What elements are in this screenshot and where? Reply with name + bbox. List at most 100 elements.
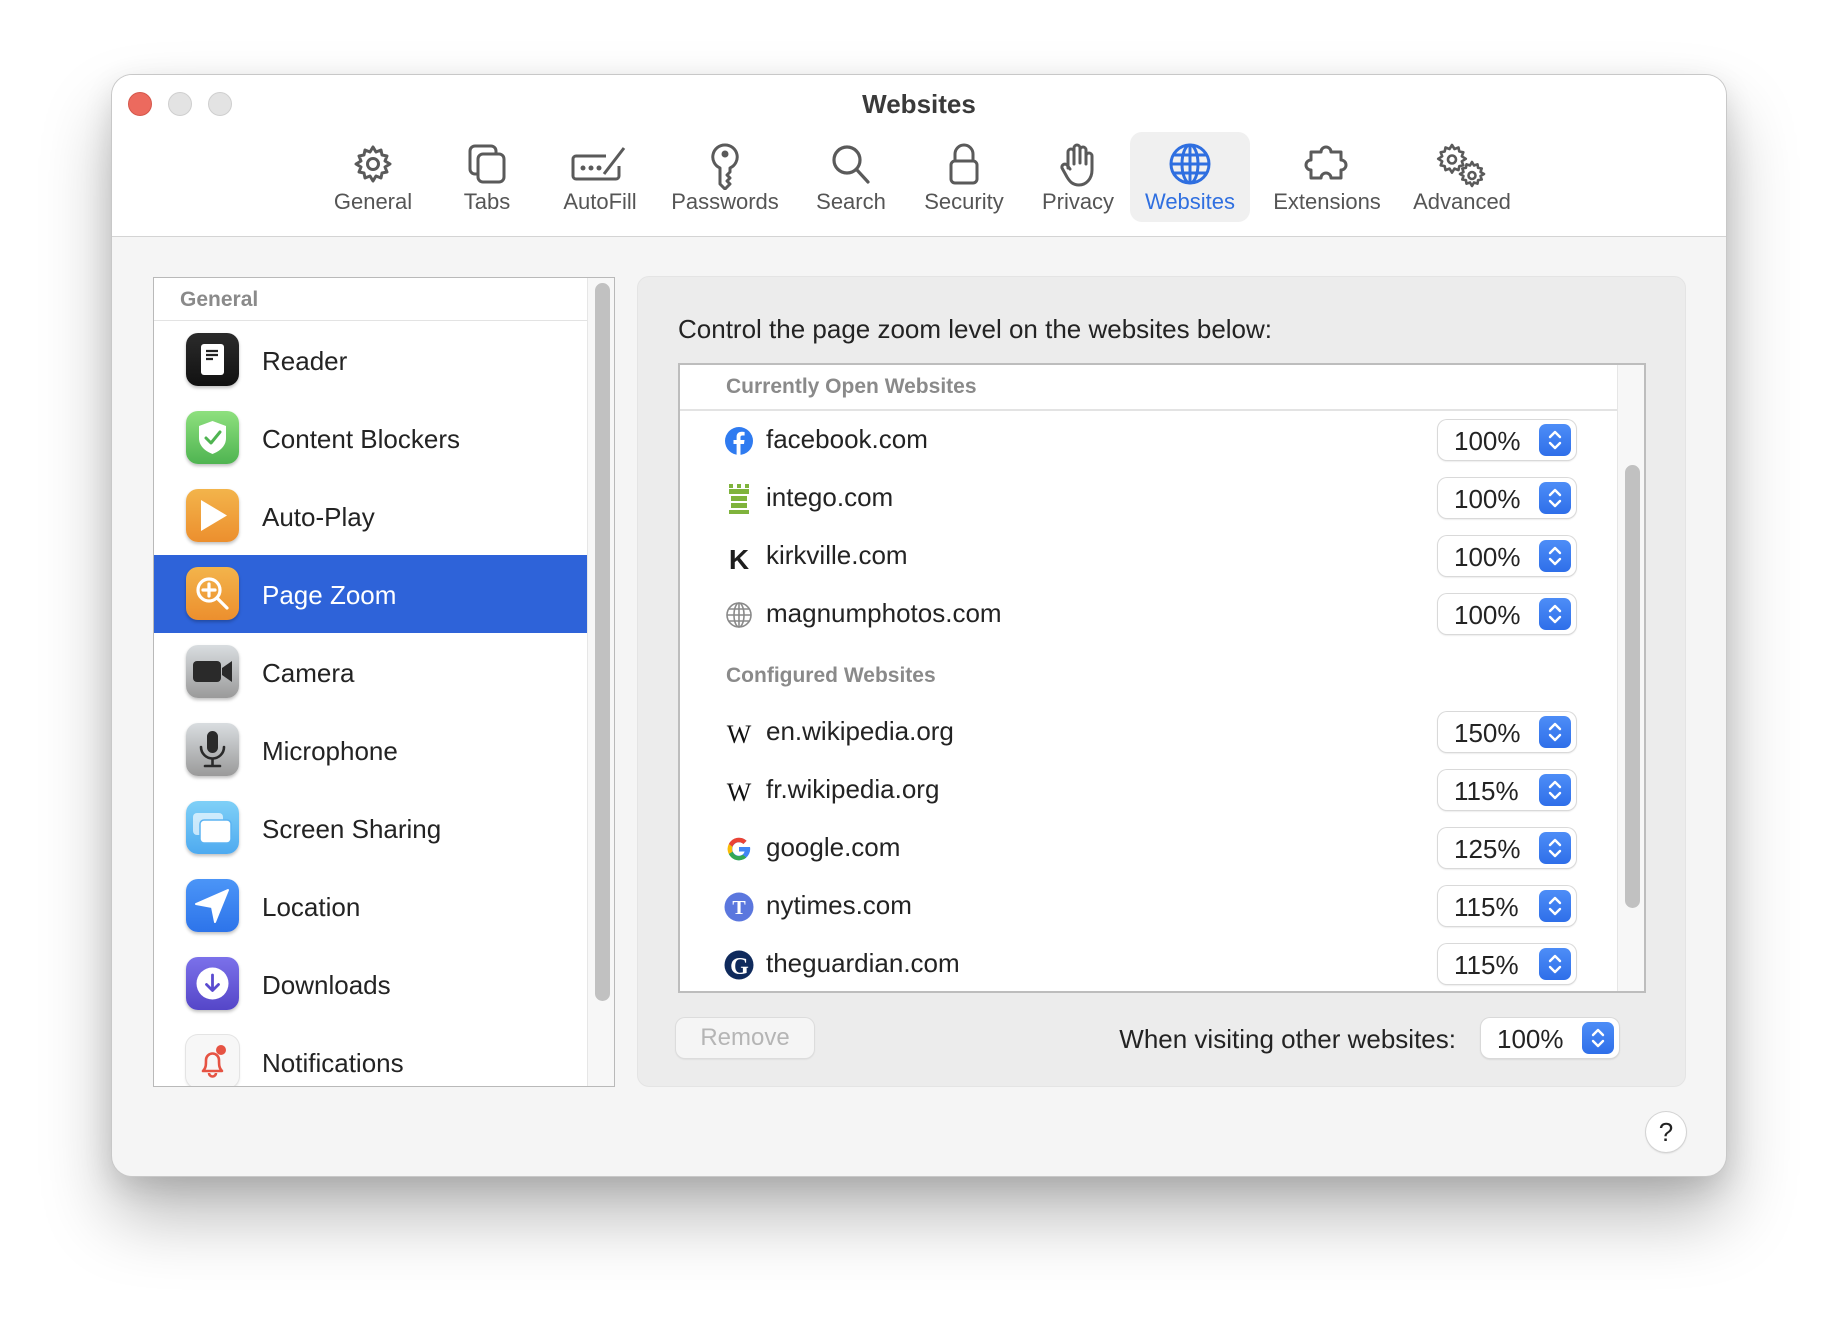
sidebar-item-downloads[interactable]: Downloads	[154, 945, 588, 1023]
sidebar-item-location[interactable]: Location	[154, 867, 588, 945]
tab-tabs[interactable]: Tabs	[449, 132, 525, 222]
zoom-level-stepper[interactable]: 100%	[1438, 594, 1576, 634]
sidebar-item-content-blockers[interactable]: Content Blockers	[154, 399, 588, 477]
svg-text:G: G	[730, 954, 749, 980]
tab-privacy[interactable]: Privacy	[1032, 132, 1124, 222]
key-icon	[711, 143, 739, 190]
autofill-icon	[571, 147, 626, 181]
zoom-level-stepper[interactable]: 115%	[1438, 886, 1576, 926]
microphone-icon	[186, 723, 239, 776]
up-down-arrows-icon[interactable]	[1539, 832, 1571, 864]
other-websites-label: When visiting other websites:	[1119, 1024, 1456, 1054]
site-name: magnumphotos.com	[766, 598, 1002, 628]
remove-button[interactable]: Remove	[676, 1018, 814, 1058]
site-name: google.com	[766, 832, 901, 862]
panel-description: Control the page zoom level on the websi…	[678, 314, 1273, 344]
google-icon	[724, 834, 754, 864]
screen-sharing-icon	[186, 801, 239, 854]
sidebar-item-notifications[interactable]: Notifications	[154, 1023, 588, 1086]
sidebar-item-label: Notifications	[262, 1048, 404, 1078]
svg-text:W: W	[727, 720, 752, 748]
site-row-nytimes[interactable]: T nytimes.com 115%	[680, 878, 1620, 936]
camera-icon	[186, 645, 239, 698]
zoom-level-stepper[interactable]: 100%	[1438, 420, 1576, 460]
sidebar-item-auto-play[interactable]: Auto-Play	[154, 477, 588, 555]
search-icon	[832, 145, 870, 184]
up-down-arrows-icon[interactable]	[1539, 774, 1571, 806]
zoom-level-stepper[interactable]: 115%	[1438, 770, 1576, 810]
tab-passwords[interactable]: Passwords	[667, 132, 783, 222]
tab-autofill[interactable]: AutoFill	[552, 132, 648, 222]
tab-search-label: Search	[816, 189, 886, 214]
site-name: kirkville.com	[766, 540, 908, 570]
sidebar-item-camera[interactable]: Camera	[154, 633, 588, 711]
tab-general[interactable]: General	[315, 132, 431, 222]
tab-extensions-label: Extensions	[1273, 189, 1381, 214]
sidebar-item-label: Content Blockers	[262, 424, 460, 454]
zoom-level-value: 115%	[1454, 776, 1519, 806]
websites-list-scrollbar[interactable]	[1617, 365, 1644, 991]
wikipedia-icon: W	[724, 718, 754, 748]
reader-icon	[186, 333, 239, 386]
tab-extensions[interactable]: Extensions	[1262, 132, 1392, 222]
section-divider	[680, 409, 1620, 411]
zoom-level-value: 100%	[1454, 542, 1521, 572]
zoom-level-value: 150%	[1454, 718, 1521, 748]
tab-websites-label: Websites	[1144, 189, 1236, 214]
sidebar-scrollbar-thumb[interactable]	[595, 283, 610, 1001]
sidebar-item-label: Downloads	[262, 970, 391, 1000]
zoom-level-stepper[interactable]: 100%	[1438, 536, 1576, 576]
up-down-arrows-icon[interactable]	[1539, 424, 1571, 456]
up-down-arrows-icon[interactable]	[1539, 540, 1571, 572]
zoom-level-stepper[interactable]: 115%	[1438, 944, 1576, 984]
up-down-arrows-icon[interactable]	[1539, 482, 1571, 514]
sidebar-item-label: Location	[262, 892, 361, 922]
sidebar-scrollbar[interactable]	[587, 278, 614, 1086]
zoom-plus-icon	[186, 567, 239, 620]
download-icon	[186, 957, 239, 1010]
site-row-en-wikipedia[interactable]: W en.wikipedia.org 150%	[680, 704, 1620, 762]
tab-search[interactable]: Search	[805, 132, 897, 222]
sidebar-item-page-zoom[interactable]: Page Zoom	[154, 555, 588, 633]
zoom-level-stepper[interactable]: 100%	[1438, 478, 1576, 518]
sidebar-item-microphone[interactable]: Microphone	[154, 711, 588, 789]
sidebar-item-reader[interactable]: Reader	[154, 321, 588, 399]
site-name: intego.com	[766, 482, 894, 512]
tabs-icon	[468, 144, 506, 184]
up-down-arrows-icon[interactable]	[1582, 1022, 1614, 1054]
up-down-arrows-icon[interactable]	[1539, 716, 1571, 748]
default-zoom-stepper[interactable]: 100%	[1481, 1018, 1619, 1058]
site-row-theguardian[interactable]: G theguardian.com 115%	[680, 936, 1620, 991]
section-header-configured: Configured Websites	[726, 664, 936, 687]
sidebar-header-label: General	[180, 288, 259, 311]
sidebar-item-screen-sharing[interactable]: Screen Sharing	[154, 789, 588, 867]
up-down-arrows-icon[interactable]	[1539, 598, 1571, 630]
shield-check-icon	[186, 411, 239, 464]
sidebar-item-label: Reader	[262, 346, 348, 376]
sidebar-header: General	[154, 278, 588, 321]
up-down-arrows-icon[interactable]	[1539, 890, 1571, 922]
help-button[interactable]: ?	[1646, 1112, 1686, 1152]
site-row-kirkville[interactable]: K kirkville.com 100%	[680, 528, 1620, 586]
zoom-level-stepper[interactable]: 150%	[1438, 712, 1576, 752]
site-row-facebook[interactable]: facebook.com 100%	[680, 412, 1620, 470]
section-header-currently-open: Currently Open Websites	[726, 375, 977, 398]
tab-security[interactable]: Security	[915, 132, 1013, 222]
site-name: fr.wikipedia.org	[766, 774, 940, 804]
site-name: facebook.com	[766, 424, 928, 454]
tab-advanced-label: Advanced	[1413, 189, 1511, 214]
zoom-level-value: 115%	[1454, 892, 1519, 922]
site-row-intego[interactable]: intego.com 100%	[680, 470, 1620, 528]
puzzle-icon	[1304, 145, 1348, 180]
tab-websites[interactable]: Websites	[1130, 132, 1250, 222]
site-row-fr-wikipedia[interactable]: W fr.wikipedia.org 115%	[680, 762, 1620, 820]
tab-tabs-label: Tabs	[463, 189, 511, 214]
zoom-level-value: 100%	[1454, 484, 1521, 514]
websites-list-scrollbar-thumb[interactable]	[1625, 465, 1640, 908]
zoom-level-stepper[interactable]: 125%	[1438, 828, 1576, 868]
default-zoom-value: 100%	[1497, 1024, 1564, 1054]
tab-advanced[interactable]: Advanced	[1402, 132, 1522, 222]
site-row-magnumphotos[interactable]: magnumphotos.com 100%	[680, 586, 1620, 644]
site-row-google[interactable]: google.com 125%	[680, 820, 1620, 878]
up-down-arrows-icon[interactable]	[1539, 948, 1571, 980]
